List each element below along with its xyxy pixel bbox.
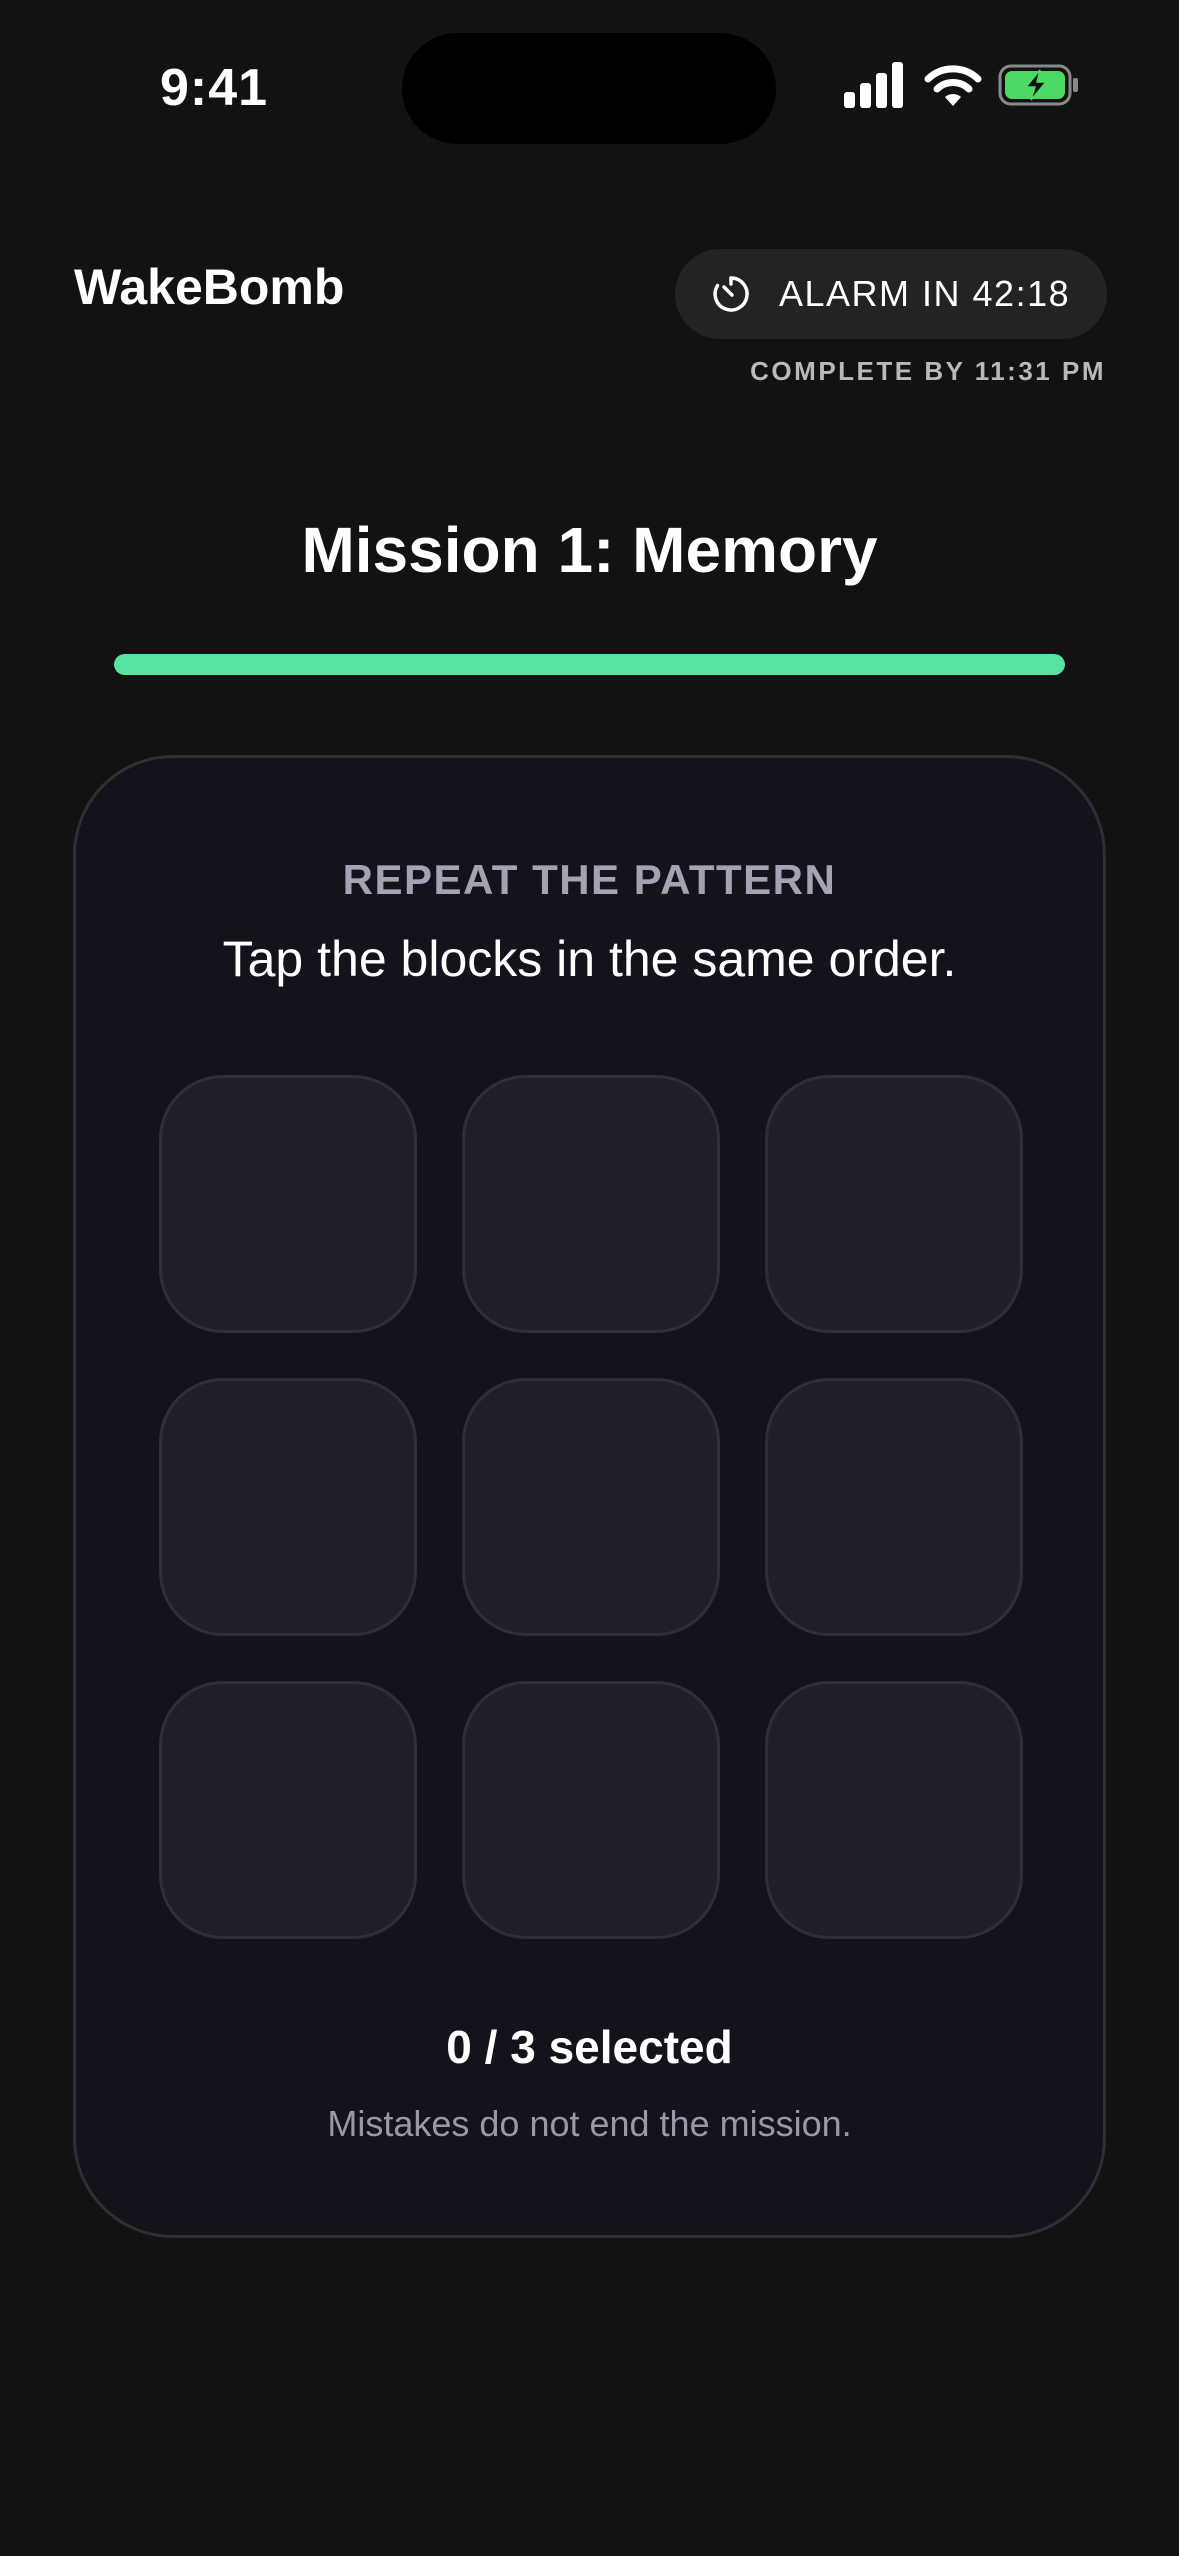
dynamic-island bbox=[402, 33, 776, 144]
app-title: WakeBomb bbox=[74, 259, 345, 315]
mission-title: Mission 1: Memory bbox=[301, 514, 878, 586]
memory-mission-card: REPEAT THE PATTERN Tap the blocks in the… bbox=[73, 755, 1106, 2238]
mission-progress-fill bbox=[114, 654, 1065, 675]
card-instruction: Tap the blocks in the same order. bbox=[222, 931, 957, 987]
status-time: 9:41 bbox=[160, 59, 269, 117]
signal-icon bbox=[844, 62, 903, 108]
wifi-icon bbox=[924, 65, 982, 106]
alarm-countdown-text: ALARM IN 42:18 bbox=[779, 273, 1071, 314]
pattern-block-7[interactable] bbox=[159, 1681, 417, 1939]
pattern-block-8[interactable] bbox=[462, 1681, 720, 1939]
complete-by-deadline: COMPLETE BY 11:31 PM bbox=[750, 356, 1106, 386]
battery-charging-icon bbox=[998, 64, 1078, 106]
alarm-countdown-pill: ALARM IN 42:18 bbox=[675, 249, 1107, 339]
pattern-block-9[interactable] bbox=[765, 1681, 1023, 1939]
pattern-block-5[interactable] bbox=[462, 1378, 720, 1636]
pattern-block-4[interactable] bbox=[159, 1378, 417, 1636]
pattern-block-3[interactable] bbox=[765, 1075, 1023, 1333]
status-icons bbox=[844, 62, 1080, 112]
pattern-block-1[interactable] bbox=[159, 1075, 417, 1333]
mission-progress-bar bbox=[114, 654, 1065, 675]
pattern-block-2[interactable] bbox=[462, 1075, 720, 1333]
selected-count: 0 / 3 selected bbox=[446, 2021, 733, 2073]
timer-icon bbox=[713, 276, 749, 312]
pattern-block-6[interactable] bbox=[765, 1378, 1023, 1636]
mistakes-note: Mistakes do not end the mission. bbox=[327, 2103, 852, 2144]
card-kicker: REPEAT THE PATTERN bbox=[342, 856, 837, 903]
